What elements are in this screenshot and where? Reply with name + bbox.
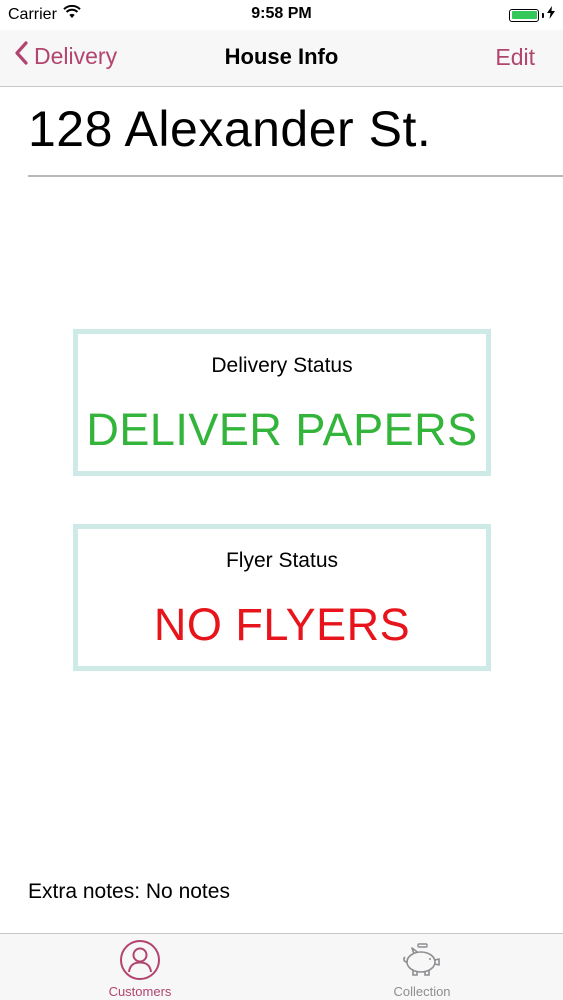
address-divider — [28, 175, 563, 177]
delivery-status-value: DELIVER PAPERS — [86, 404, 478, 455]
tab-customers[interactable]: Customers — [70, 938, 210, 999]
tab-bar: Customers Collection — [0, 933, 563, 1000]
navigation-bar: Delivery House Info Edit — [0, 30, 563, 87]
status-time: 9:58 PM — [251, 5, 312, 22]
house-info-screen: Carrier 9:58 PM Delivery House Info Edit… — [0, 0, 563, 1000]
page-title: House Info — [224, 44, 339, 69]
tab-customers-label: Customers — [108, 984, 172, 999]
flyer-status-value: NO FLYERS — [153, 599, 411, 650]
flyer-status-box: Flyer Status NO FLYERS — [73, 524, 491, 671]
charging-bolt-icon — [547, 6, 555, 24]
person-icon — [70, 938, 210, 982]
tab-collection-label: Collection — [393, 984, 451, 999]
status-bar: Carrier 9:58 PM — [0, 0, 563, 30]
delivery-status-box: Delivery Status DELIVER PAPERS — [73, 329, 491, 476]
delivery-status-label: Delivery Status — [211, 354, 353, 377]
extra-notes: Extra notes: No notes — [28, 880, 230, 903]
edit-button[interactable]: Edit — [495, 44, 535, 71]
piggy-bank-icon — [352, 938, 492, 982]
battery-group — [509, 6, 555, 24]
house-address: 128 Alexander St. — [28, 101, 432, 157]
battery-icon — [509, 8, 539, 22]
flyer-status-label: Flyer Status — [225, 549, 339, 572]
tab-collection[interactable]: Collection — [352, 938, 492, 999]
